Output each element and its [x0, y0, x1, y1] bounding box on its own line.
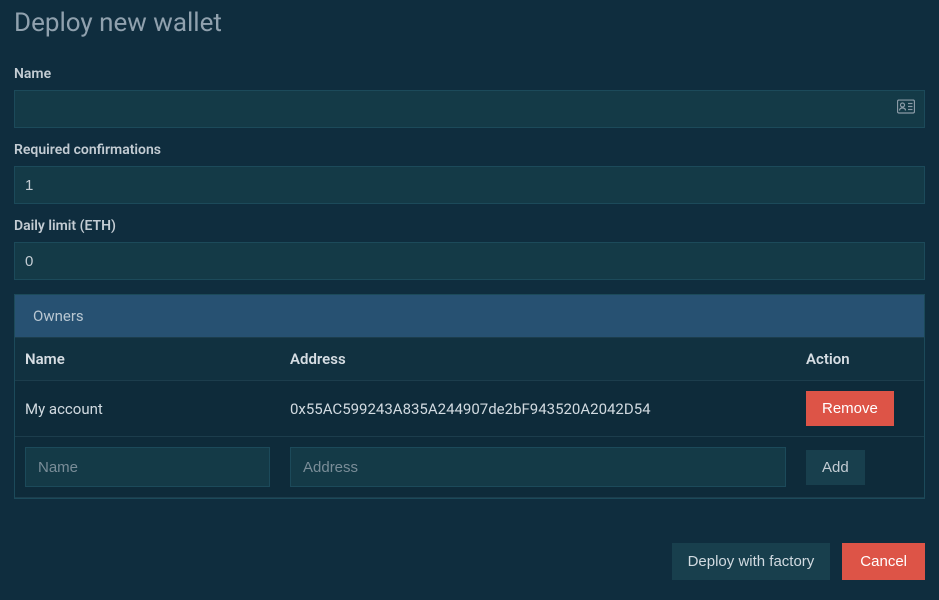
daily-limit-group: Daily limit (ETH): [14, 218, 925, 280]
add-button[interactable]: Add: [806, 450, 865, 485]
new-owner-address-input[interactable]: [290, 447, 786, 487]
name-group: Name: [14, 66, 925, 128]
owner-name-cell: My account: [15, 381, 280, 437]
confirmations-label: Required confirmations: [14, 142, 925, 158]
name-label: Name: [14, 66, 925, 82]
contact-card-icon[interactable]: [897, 100, 915, 119]
column-header-address: Address: [280, 338, 796, 381]
owners-panel: Owners Name Address Action My account 0x…: [14, 294, 925, 499]
owner-address-cell: 0x55AC599243A835A244907de2bF943520A2042D…: [280, 381, 796, 437]
owner-action-cell: Remove: [796, 381, 924, 437]
footer: Deploy with factory Cancel: [14, 543, 925, 580]
name-input-wrapper: [14, 90, 925, 128]
confirmations-input[interactable]: [14, 166, 925, 204]
deploy-button[interactable]: Deploy with factory: [672, 543, 831, 580]
new-owner-action-cell: Add: [796, 437, 924, 498]
remove-button[interactable]: Remove: [806, 391, 894, 426]
daily-limit-label: Daily limit (ETH): [14, 218, 925, 234]
name-input[interactable]: [14, 90, 925, 128]
new-owner-address-cell: [280, 437, 796, 498]
table-row-add: Add: [15, 437, 924, 498]
page-title: Deploy new wallet: [14, 8, 925, 38]
daily-limit-input[interactable]: [14, 242, 925, 280]
new-owner-name-input[interactable]: [25, 447, 270, 487]
confirmations-group: Required confirmations: [14, 142, 925, 204]
cancel-button[interactable]: Cancel: [842, 543, 925, 580]
new-owner-name-cell: [15, 437, 280, 498]
owners-table: Name Address Action My account 0x55AC599…: [15, 337, 924, 498]
column-header-action: Action: [796, 338, 924, 381]
column-header-name: Name: [15, 338, 280, 381]
owners-panel-title: Owners: [15, 295, 924, 337]
table-row: My account 0x55AC599243A835A244907de2bF9…: [15, 381, 924, 437]
